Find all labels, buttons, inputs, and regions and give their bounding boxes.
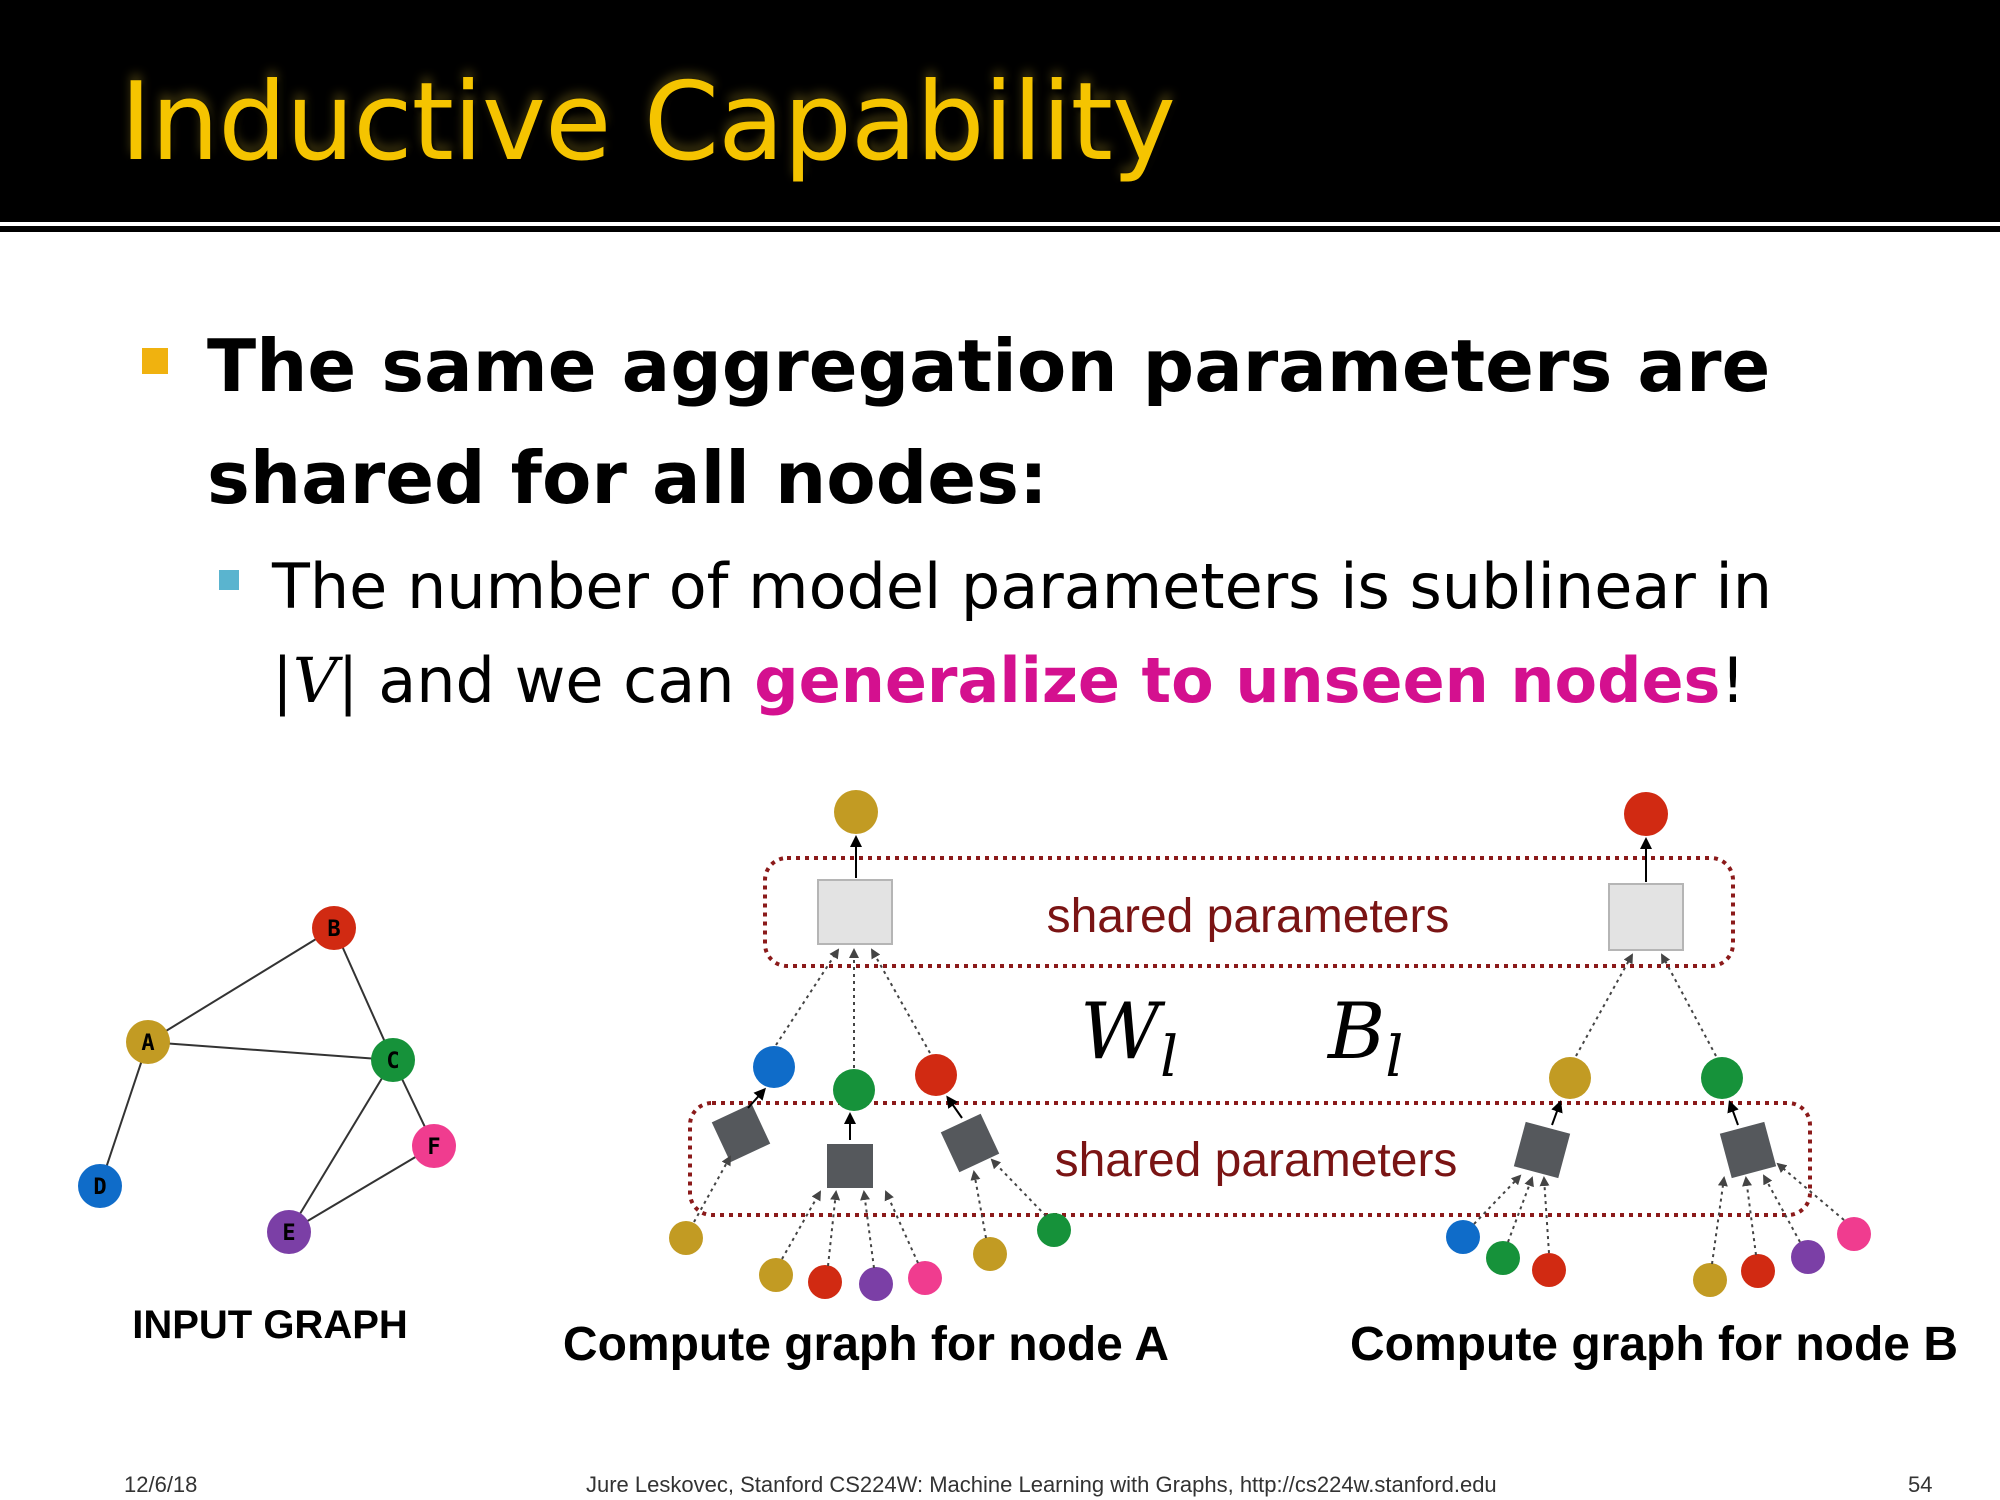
edge-c-e	[288, 1059, 394, 1233]
compute-a-leaf-gold-3	[973, 1237, 1007, 1271]
graph-node-b-label: B	[327, 917, 340, 942]
compute-graph-b: Compute graph for node B	[1350, 792, 1958, 1371]
edge-e-f	[288, 1145, 435, 1233]
compute-b-mid-node-green	[1701, 1057, 1743, 1099]
compute-b-leaf-red	[1532, 1253, 1566, 1287]
compute-graph-b-caption: Compute graph for node B	[1350, 1318, 1958, 1371]
compute-a-mid-node-red	[915, 1054, 957, 1096]
compute-a-output-node	[834, 790, 878, 834]
compute-b-leaf-purple	[1791, 1240, 1825, 1274]
compute-a-leaf-purple	[859, 1267, 893, 1301]
compute-graph-a-caption: Compute graph for node A	[563, 1318, 1169, 1371]
compute-a-leaf-green	[1037, 1213, 1071, 1247]
compute-b-leaf-red-2	[1741, 1254, 1775, 1288]
compute-a-aggregator-red	[940, 1113, 1000, 1173]
compute-a-leaf-red	[808, 1265, 842, 1299]
graph-node-d-label: D	[93, 1175, 106, 1200]
edge-a-b	[147, 927, 335, 1043]
compute-a-aggregator-green	[827, 1144, 873, 1188]
compute-a-aggregator-blue	[711, 1103, 771, 1163]
shared-parameters-bottom-label: shared parameters	[1055, 1134, 1458, 1187]
footer-date: 12/6/18	[124, 1472, 198, 1497]
compute-b-leaf-gold	[1693, 1263, 1727, 1297]
graph-node-e-label: E	[282, 1221, 295, 1246]
compute-b-aggregator-green	[1719, 1121, 1777, 1179]
footer-citation: Jure Leskovec, Stanford CS224W: Machine …	[586, 1472, 1497, 1497]
compute-a-leaf-gold	[669, 1221, 703, 1255]
compute-b-leaf-green	[1486, 1241, 1520, 1275]
bias-symbol: Bl	[1326, 987, 1403, 1090]
input-graph: A B C D E F INPUT GRAPH	[78, 906, 456, 1347]
compute-a-mid-node-blue	[753, 1046, 795, 1088]
input-graph-caption: INPUT GRAPH	[132, 1303, 408, 1347]
compute-a-leaf-gold-2	[759, 1258, 793, 1292]
graph-node-c-label: C	[386, 1049, 399, 1074]
graph-node-f-label: F	[427, 1135, 440, 1160]
compute-b-leaf-blue	[1446, 1220, 1480, 1254]
compute-a-leaf-pink	[908, 1261, 942, 1295]
compute-b-output-node	[1624, 792, 1668, 836]
shared-parameters-top-label: shared parameters	[1047, 890, 1450, 943]
weight-symbol: Wl	[1080, 987, 1178, 1090]
compute-graph-a: Compute graph for node A	[563, 790, 1169, 1371]
compute-a-mid-node-green	[833, 1069, 875, 1111]
compute-b-aggregator-gold	[1513, 1121, 1571, 1179]
footer-page-number: 54	[1908, 1472, 1933, 1497]
compute-b-mid-node-gold	[1549, 1057, 1591, 1099]
edge-a-d	[99, 1041, 149, 1187]
edge-a-c	[147, 1041, 394, 1061]
diagram: A B C D E F INPUT GRAPH shared parameter…	[78, 790, 1958, 1371]
compute-b-top-aggregator	[1608, 883, 1684, 951]
graph-node-a-label: A	[141, 1031, 154, 1056]
compute-a-top-aggregator	[817, 879, 893, 945]
compute-b-leaf-pink	[1837, 1217, 1871, 1251]
